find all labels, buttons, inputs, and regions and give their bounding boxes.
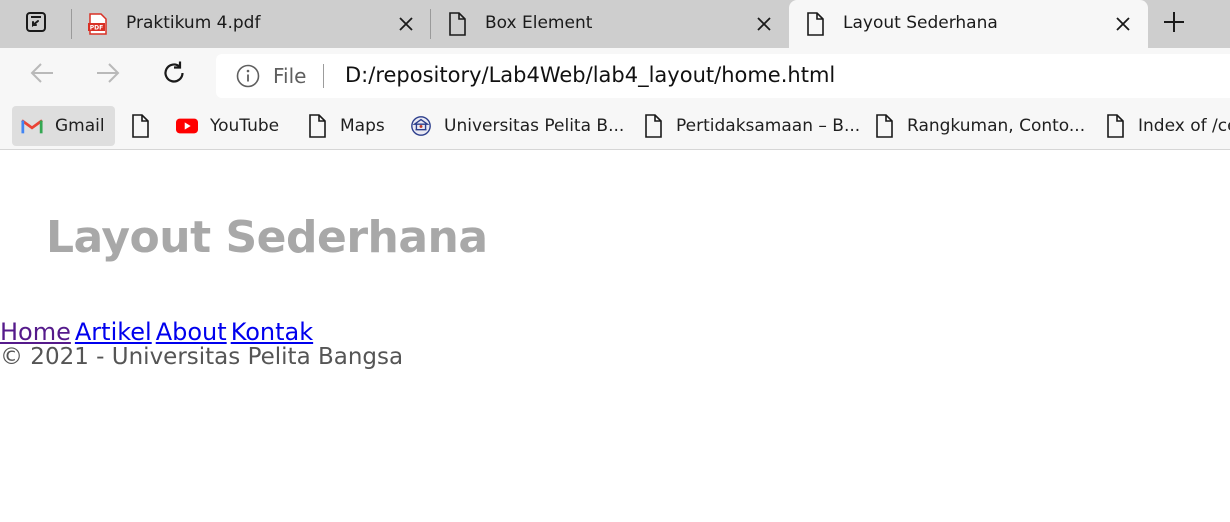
page-icon xyxy=(129,114,151,138)
tab-box-element[interactable]: Box Element xyxy=(431,0,787,48)
page-icon xyxy=(642,114,664,138)
gmail-icon xyxy=(21,115,43,137)
main-nav: Home Artikel About Kontak xyxy=(0,318,317,346)
reload-icon xyxy=(161,60,187,90)
bookmark-maps[interactable]: Maps xyxy=(306,106,385,146)
nav-link-artikel[interactable]: Artikel xyxy=(75,318,152,346)
bookmark-label: Gmail xyxy=(55,116,105,136)
address-bar[interactable]: File D:/repository/Lab4Web/lab4_layout/h… xyxy=(216,54,1230,98)
page-content: Layout Sederhana Home Artikel About Kontak … xyxy=(0,154,1230,522)
youtube-icon xyxy=(176,115,198,137)
bookmark-gmail[interactable]: Gmail xyxy=(12,106,115,146)
tab-title: Box Element xyxy=(485,13,593,33)
close-icon[interactable] xyxy=(396,14,416,34)
bookmark-label: Maps xyxy=(340,116,385,136)
forward-button[interactable] xyxy=(93,60,123,90)
plus-icon xyxy=(1163,11,1185,37)
close-icon[interactable] xyxy=(1113,14,1133,34)
svg-text:PDF: PDF xyxy=(90,25,103,32)
close-icon[interactable] xyxy=(754,14,774,34)
arrow-right-icon xyxy=(95,62,121,88)
new-tab-button[interactable] xyxy=(1160,10,1188,38)
page-icon xyxy=(445,12,469,36)
tab-actions-icon xyxy=(25,11,47,37)
bookmark-label: YouTube xyxy=(210,116,280,136)
page-title: Layout Sederhana xyxy=(46,212,488,263)
tab-praktikum-pdf[interactable]: PDF Praktikum 4.pdf xyxy=(72,0,428,48)
nav-link-home[interactable]: Home xyxy=(0,318,71,346)
tab-strip: PDF Praktikum 4.pdf Box Element Layout S… xyxy=(0,0,1230,48)
bookmark-label: Universitas Pelita B... xyxy=(444,116,625,136)
info-icon[interactable] xyxy=(236,64,260,88)
page-icon xyxy=(803,12,827,36)
bookmark-youtube[interactable]: YouTube xyxy=(176,106,279,146)
page-footer: © 2021 - Universitas Pelita Bangsa xyxy=(0,344,404,370)
reload-button[interactable] xyxy=(159,60,189,90)
tab-title: Praktikum 4.pdf xyxy=(126,13,261,33)
page-icon xyxy=(1104,114,1126,138)
nav-link-about[interactable]: About xyxy=(156,318,227,346)
tab-layout-sederhana[interactable]: Layout Sederhana xyxy=(789,0,1148,48)
arrow-left-icon xyxy=(29,62,55,88)
tab-actions-button[interactable] xyxy=(12,9,60,39)
bookmark-universitas[interactable]: Universitas Pelita B... xyxy=(410,106,624,146)
bookmark-pertidaksamaan[interactable]: Pertidaksamaan – B... xyxy=(642,106,860,146)
pdf-icon: PDF xyxy=(86,12,110,36)
bookmark-label: Rangkuman, Conto... xyxy=(907,116,1086,136)
nav-link-kontak[interactable]: Kontak xyxy=(231,318,313,346)
address-scheme: File xyxy=(273,64,307,88)
university-icon xyxy=(410,115,432,137)
address-url[interactable]: D:/repository/Lab4Web/lab4_layout/home.h… xyxy=(345,63,835,87)
address-divider xyxy=(323,64,324,88)
bookmarks-bar: Gmail YouTube Maps Universitas Pelita B.… xyxy=(0,102,1230,150)
bookmark-index[interactable]: Index of /ce xyxy=(1104,106,1230,146)
bookmark-label: Pertidaksamaan – B... xyxy=(676,116,861,136)
bookmark-label: Index of /ce xyxy=(1138,116,1230,136)
bookmark-rangkuman[interactable]: Rangkuman, Conto... xyxy=(873,106,1085,146)
browser-toolbar: File D:/repository/Lab4Web/lab4_layout/h… xyxy=(0,48,1230,102)
page-icon xyxy=(873,114,895,138)
tab-title: Layout Sederhana xyxy=(843,13,998,33)
bookmark-untitled[interactable] xyxy=(129,106,151,146)
back-button[interactable] xyxy=(27,60,57,90)
page-icon xyxy=(306,114,328,138)
